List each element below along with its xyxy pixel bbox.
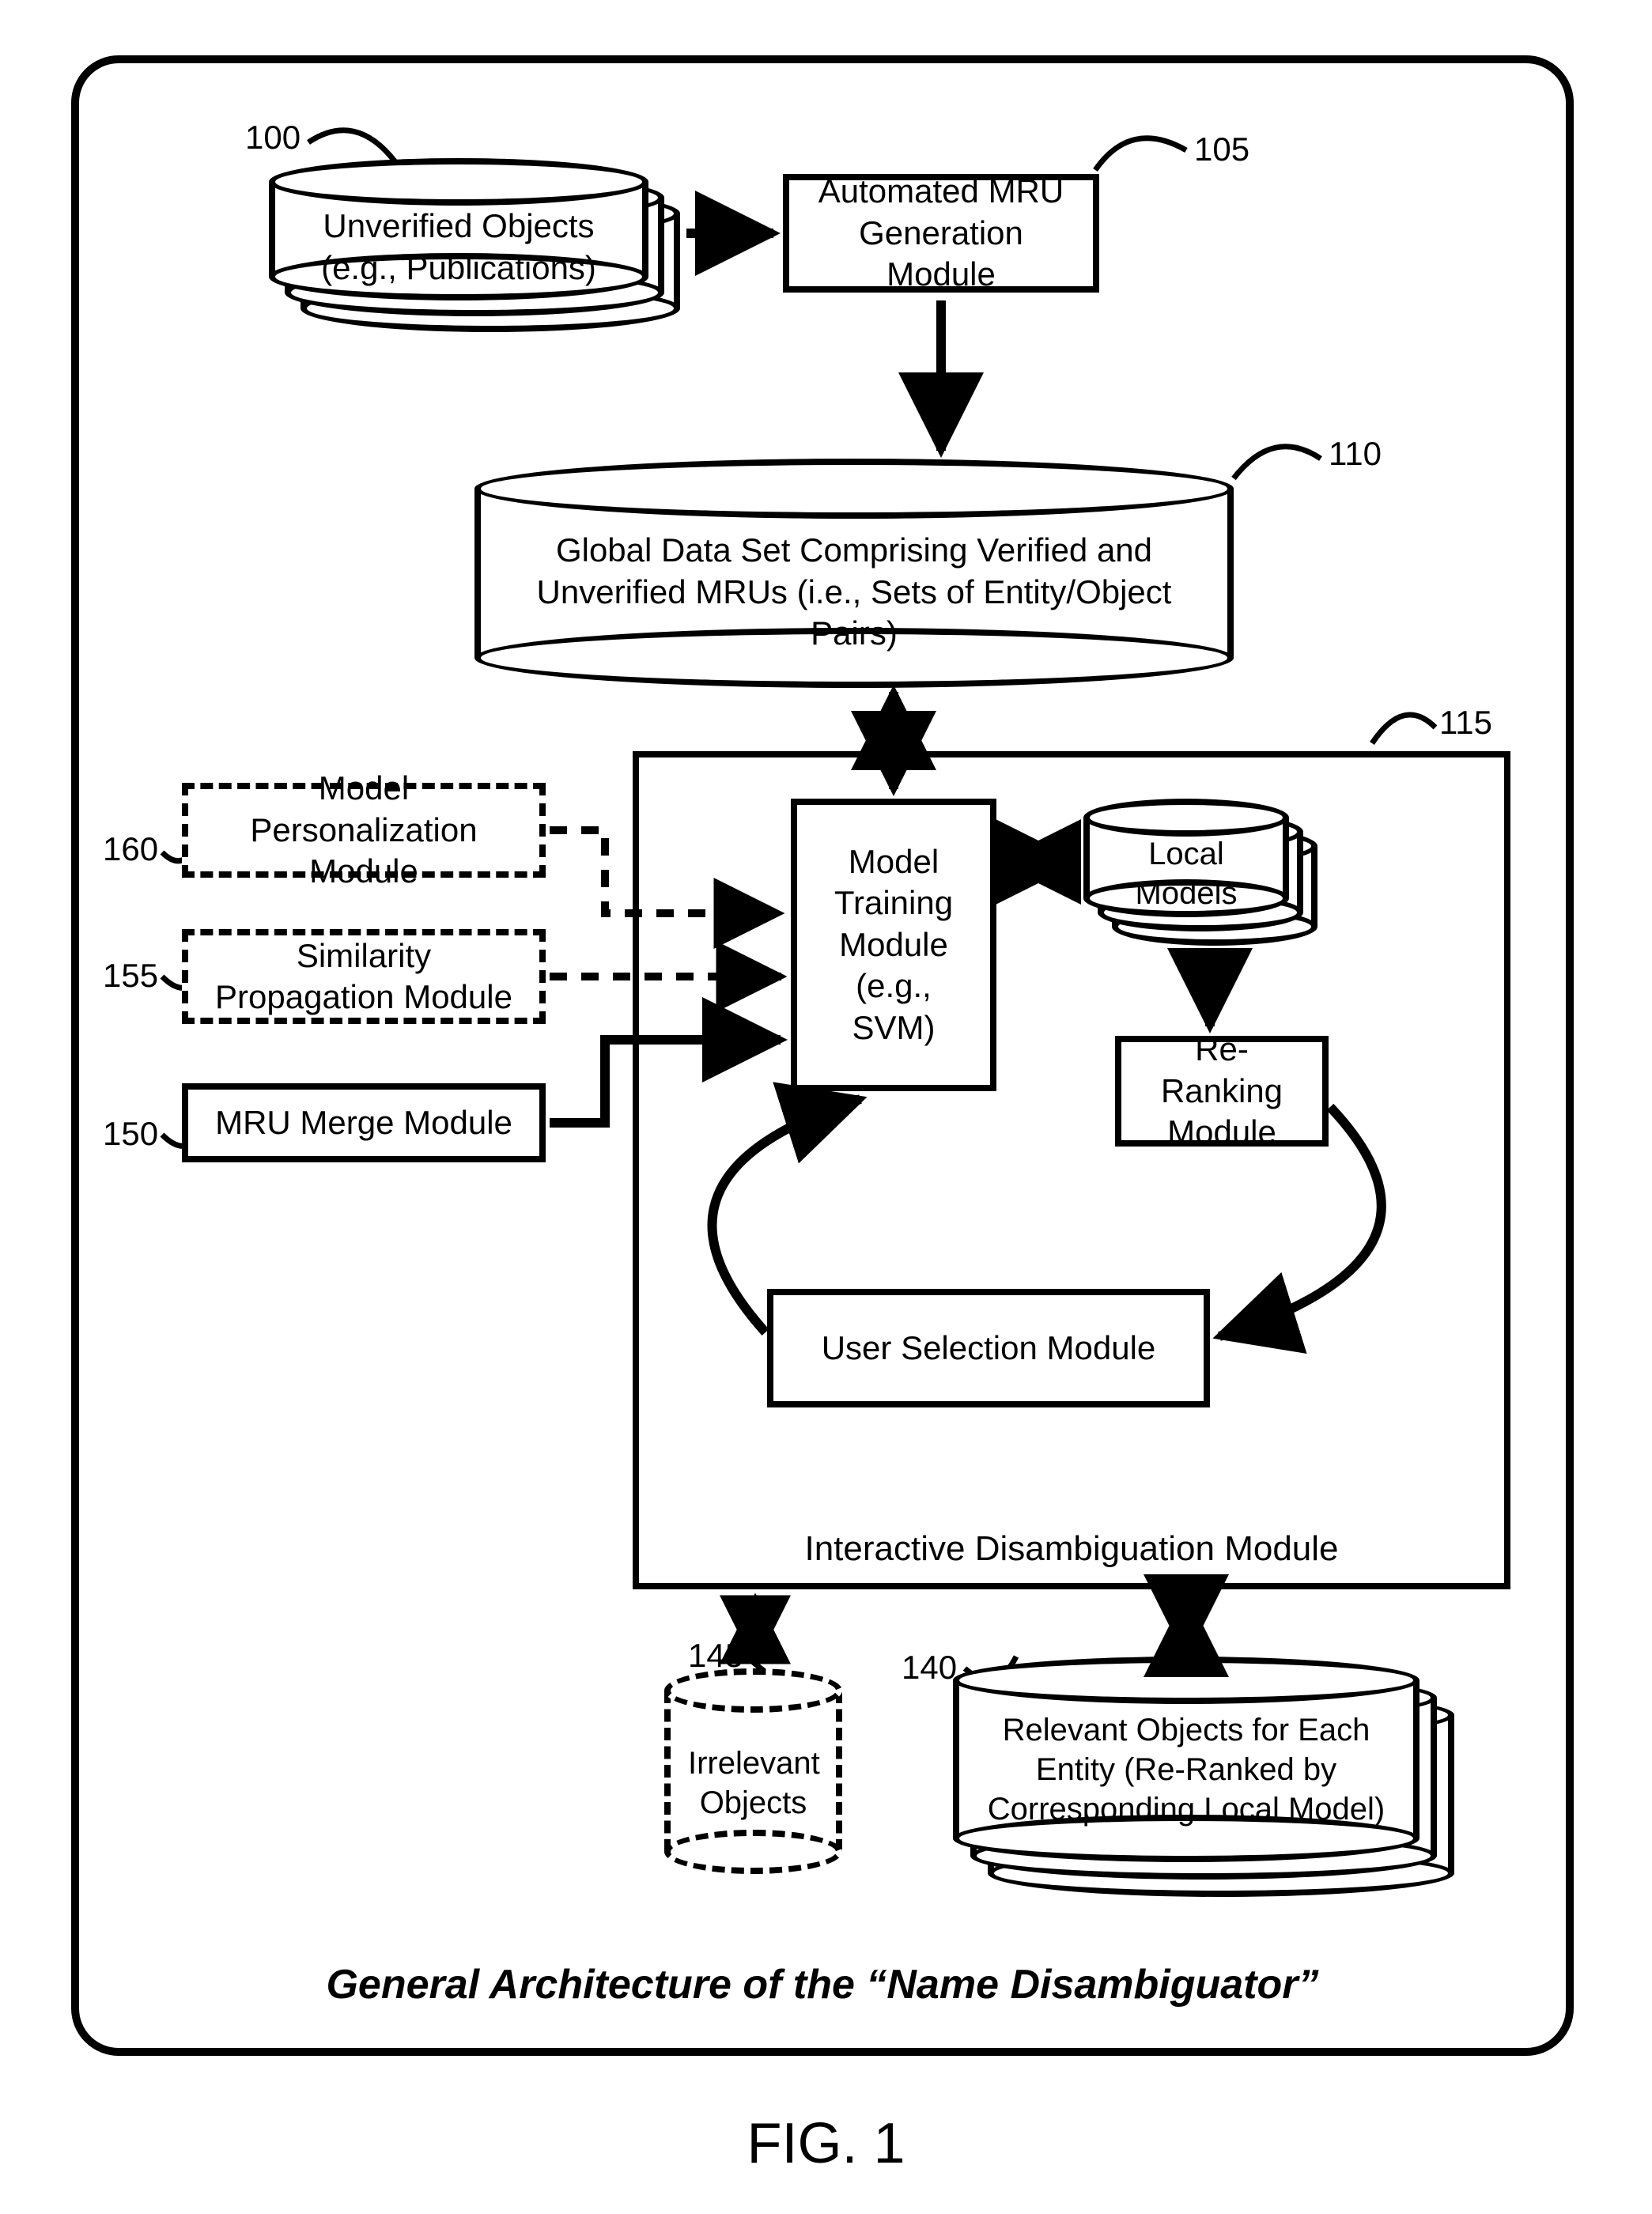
n140-text: Relevant Objects for Each Entity (Re-Ran… [953,1710,1420,1829]
ref-110: 110 [1329,435,1382,473]
diagram-frame: 100 105 110 115 120 125 130 135 140 145 … [71,55,1574,2056]
model-training-module: Model Training Module (e.g., SVM) [791,799,996,1091]
unverified-objects-db: Unverified Objects (e.g., Publications) [269,158,680,332]
n135-text: Re-Ranking Module [1140,1029,1303,1154]
n155-text: Similarity Propagation Module [207,935,520,1018]
n160-text: Model Personalization Module [207,768,520,893]
ref-100: 100 [245,119,301,157]
diagram-caption: General Architecture of the “Name Disamb… [79,1961,1566,2008]
n120-text: Model Training Module (e.g., SVM) [816,841,971,1049]
interactive-disambiguation-module: Interactive Disambiguation Module [633,751,1510,1589]
similarity-propagation-module: Similarity Propagation Module [182,929,546,1024]
relevant-objects-db: Relevant Objects for Each Entity (Re-Ran… [953,1657,1459,1902]
user-selection-module: User Selection Module [767,1289,1210,1407]
ref-140: 140 [902,1649,957,1687]
ref-160: 160 [103,830,158,868]
mru-merge-module: MRU Merge Module [182,1083,546,1162]
ref-105: 105 [1194,130,1249,168]
ref-115: 115 [1439,704,1492,742]
n150-text: MRU Merge Module [215,1102,512,1144]
n110-text: Global Data Set Comprising Verified and … [474,530,1234,655]
irrelevant-objects-db: Irrelevant Objects [664,1668,842,1874]
n125-text: Local Models [1083,834,1289,913]
ref-150: 150 [103,1115,158,1153]
ref-155: 155 [103,957,158,995]
re-ranking-module: Re-Ranking Module [1115,1036,1329,1147]
n115-text: Interactive Disambiguation Module [804,1527,1338,1570]
model-personalization-module: Model Personalization Module [182,783,546,878]
automated-mru-generation-module: Automated MRU Generation Module [783,174,1099,293]
page: 100 105 110 115 120 125 130 135 140 145 … [0,0,1652,2214]
global-data-set-db: Global Data Set Comprising Verified and … [474,459,1234,688]
local-models-db: Local Models [1083,799,1321,949]
n130-text: User Selection Module [822,1328,1156,1370]
n100-text: Unverified Objects (e.g., Publications) [269,206,648,289]
n145-text: Irrelevant Objects [664,1744,842,1823]
n105-text: Automated MRU Generation Module [808,171,1074,296]
figure-label: FIG. 1 [0,2111,1652,2176]
